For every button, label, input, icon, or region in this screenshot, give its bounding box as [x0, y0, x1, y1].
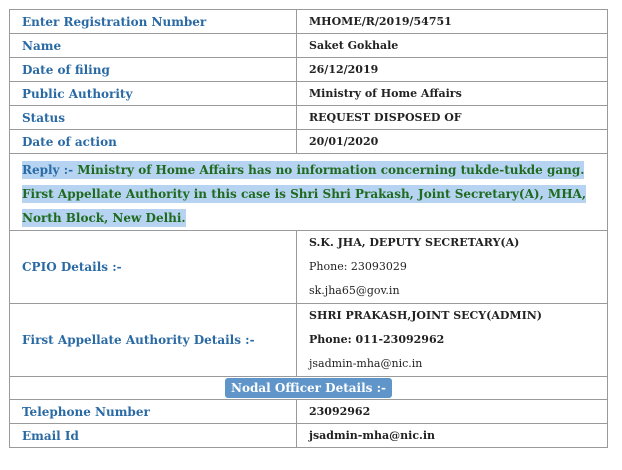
filing-value: 26/12/2019 — [296, 57, 608, 82]
filing-row: Date of filing 26/12/2019 — [9, 57, 608, 82]
faa-label: First Appellate Authority Details :- — [9, 303, 297, 377]
nodal-header-cell: Nodal Officer Details :- — [9, 376, 608, 400]
registration-label: Enter Registration Number — [9, 9, 297, 34]
status-label: Status — [9, 105, 297, 130]
authority-value: Ministry of Home Affairs — [296, 81, 608, 106]
telephone-row: Telephone Number 23092962 — [9, 399, 608, 424]
reply-cell: Reply :- Ministry of Home Affairs has no… — [9, 153, 608, 231]
reply-line: Reply :- Ministry of Home Affairs has no… — [22, 161, 585, 179]
telephone-label: Telephone Number — [9, 399, 297, 424]
email-row: Email Id jsadmin-mha@nic.in — [9, 423, 608, 448]
name-value: Saket Gokhale — [296, 33, 608, 58]
nodal-header-row: Nodal Officer Details :- — [9, 376, 608, 400]
cpio-phone: Phone: 23093029 — [309, 260, 407, 273]
cpio-name: S.K. JHA, DEPUTY SECRETARY(A) — [309, 236, 520, 249]
name-label: Name — [9, 33, 297, 58]
reply-prefix: Reply :- — [22, 163, 74, 177]
faa-phone: Phone: 011-23092962 — [309, 333, 445, 346]
action-row: Date of action 20/01/2020 — [9, 129, 608, 154]
registration-row: Enter Registration Number MHOME/R/2019/5… — [9, 9, 608, 34]
nodal-officer-badge: Nodal Officer Details :- — [225, 378, 392, 398]
cpio-email[interactable]: sk.jha65@gov.in — [309, 279, 595, 303]
action-value: 20/01/2020 — [296, 129, 608, 154]
faa-row: First Appellate Authority Details :- SHR… — [9, 303, 608, 377]
rti-status-table: Enter Registration Number MHOME/R/2019/5… — [9, 9, 608, 448]
faa-details: SHRI PRAKASH,JOINT SECY(ADMIN) Phone: 01… — [296, 303, 608, 377]
status-value: REQUEST DISPOSED OF — [296, 105, 608, 130]
registration-value[interactable]: MHOME/R/2019/54751 — [296, 9, 608, 34]
cpio-row: CPIO Details :- S.K. JHA, DEPUTY SECRETA… — [9, 230, 608, 304]
action-label: Date of action — [9, 129, 297, 154]
cpio-label: CPIO Details :- — [9, 230, 297, 304]
reply-text: Ministry of Home Affairs has no informat… — [73, 163, 585, 177]
appellate-note: First Appellate Authority in this case i… — [22, 185, 587, 227]
authority-label: Public Authority — [9, 81, 297, 106]
authority-row: Public Authority Ministry of Home Affair… — [9, 81, 608, 106]
reply-row: Reply :- Ministry of Home Affairs has no… — [9, 153, 608, 231]
faa-name: SHRI PRAKASH,JOINT SECY(ADMIN) — [309, 309, 543, 322]
name-row: Name Saket Gokhale — [9, 33, 608, 58]
cpio-details: S.K. JHA, DEPUTY SECRETARY(A) Phone: 230… — [296, 230, 608, 304]
faa-email[interactable]: jsadmin-mha@nic.in — [309, 352, 595, 376]
status-row: Status REQUEST DISPOSED OF — [9, 105, 608, 130]
filing-label: Date of filing — [9, 57, 297, 82]
telephone-value: 23092962 — [296, 399, 608, 424]
email-label: Email Id — [9, 423, 297, 448]
email-value[interactable]: jsadmin-mha@nic.in — [296, 423, 608, 448]
